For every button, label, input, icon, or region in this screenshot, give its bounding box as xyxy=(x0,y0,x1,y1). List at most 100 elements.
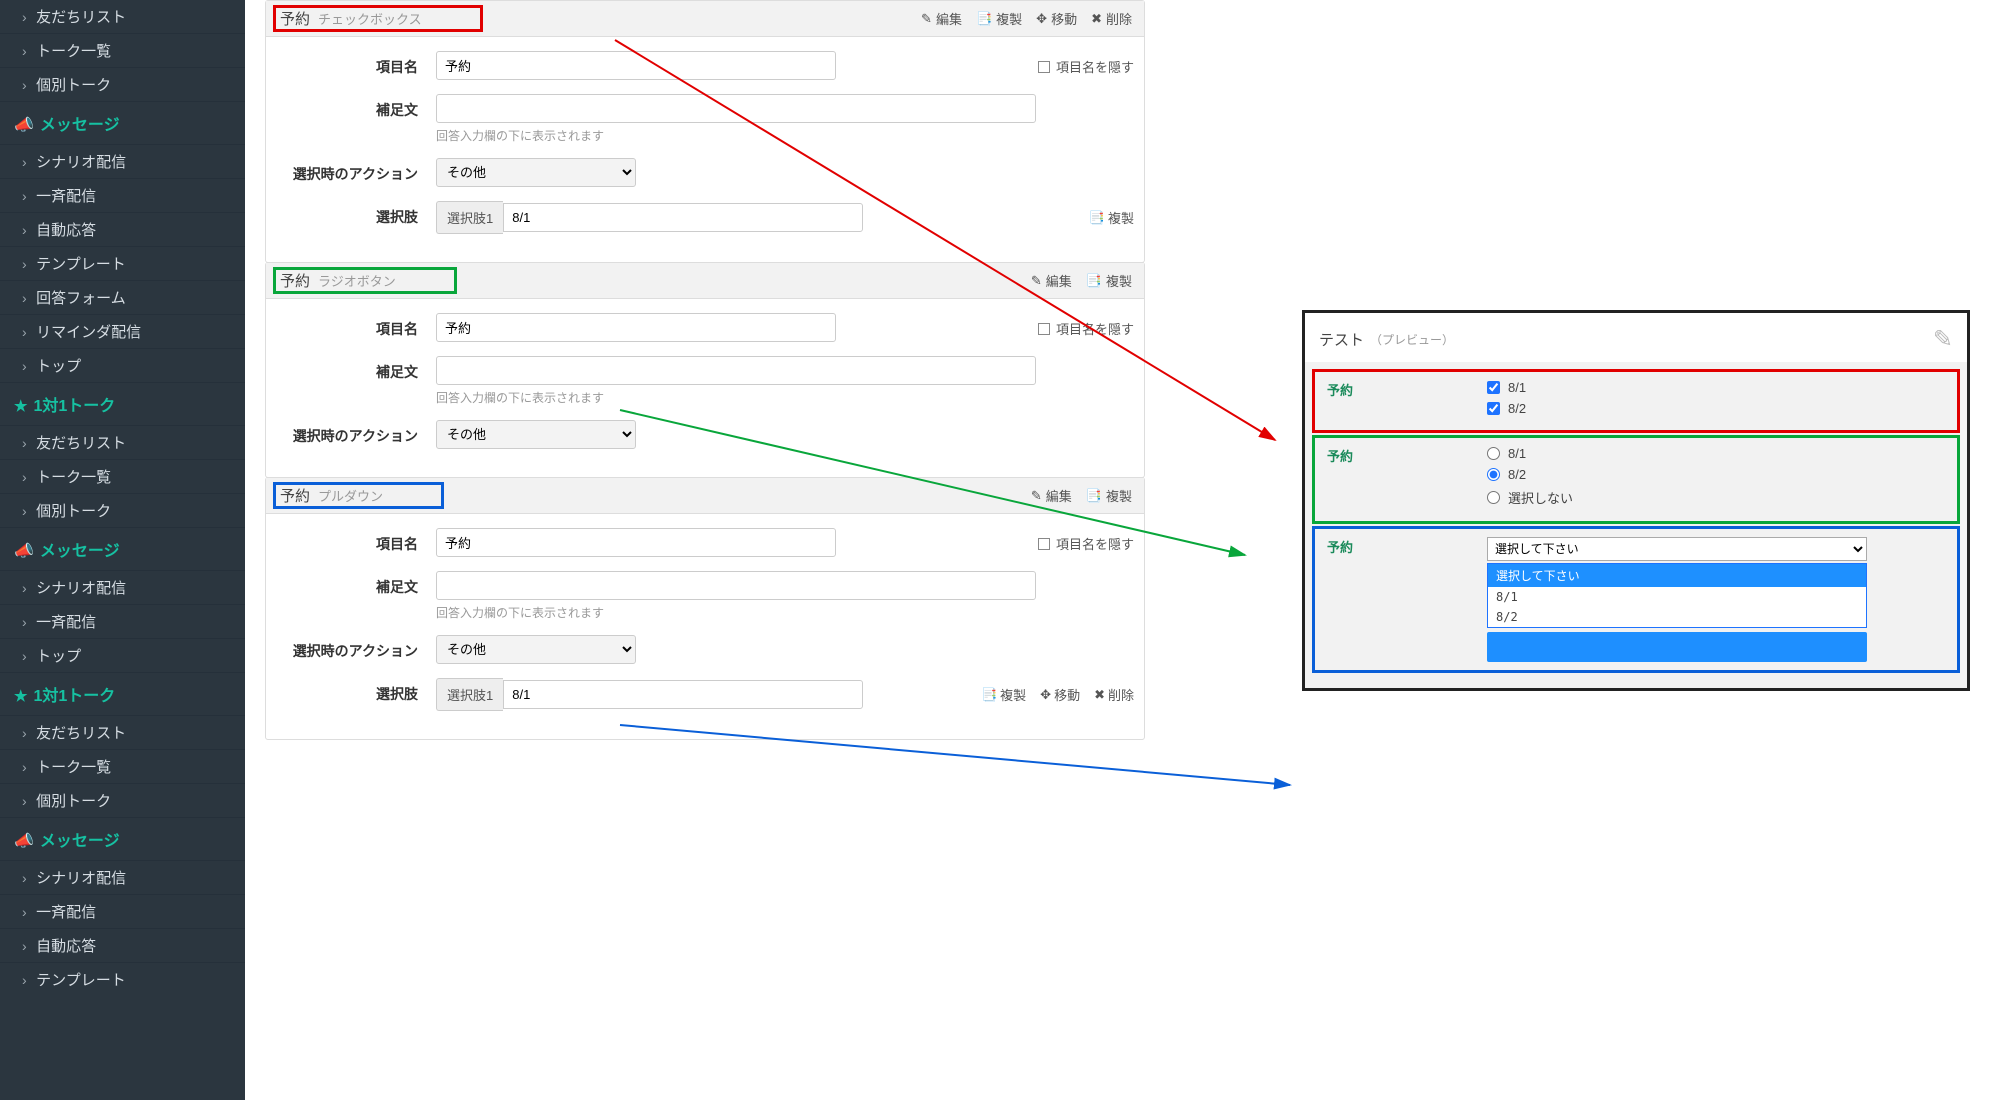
preview-checkbox[interactable] xyxy=(1487,381,1500,394)
preview-option-label: 8/2 xyxy=(1508,467,1526,482)
pencil-icon[interactable]: ✎ xyxy=(1933,325,1953,354)
sidebar-item[interactable]: › トーク一覧 xyxy=(0,33,245,67)
preview-radio[interactable] xyxy=(1487,468,1500,481)
chevron-right-icon: › xyxy=(22,290,32,306)
panel-title: 予約 xyxy=(280,8,310,29)
panel-header: 予約 ラジオボタン ✎編集 📑複製 xyxy=(266,263,1144,299)
chevron-right-icon: › xyxy=(22,759,32,775)
edit-button[interactable]: ✎編集 xyxy=(1031,486,1072,505)
sidebar-section-message[interactable]: 📣メッセージ xyxy=(0,817,245,860)
pencil-icon: ✎ xyxy=(1031,488,1042,504)
sidebar-item[interactable]: › 自動応答 xyxy=(0,928,245,962)
supplement-input[interactable] xyxy=(436,571,1036,600)
sidebar-item[interactable]: › リマインダ配信 xyxy=(0,314,245,348)
sidebar-item[interactable]: › 一斉配信 xyxy=(0,604,245,638)
edit-button[interactable]: ✎編集 xyxy=(1031,271,1072,290)
sidebar-section-message[interactable]: 📣メッセージ xyxy=(0,101,245,144)
sidebar-item[interactable]: › シナリオ配信 xyxy=(0,860,245,894)
preview-submit-button[interactable] xyxy=(1487,632,1867,662)
sidebar-item[interactable]: › 一斉配信 xyxy=(0,178,245,212)
chevron-right-icon: › xyxy=(22,9,32,25)
choice-tag: 選択肢1 xyxy=(436,201,503,234)
choice-duplicate-button[interactable]: 📑複製 xyxy=(981,685,1026,704)
sidebar-item[interactable]: › 個別トーク xyxy=(0,493,245,527)
sidebar-item[interactable]: › テンプレート xyxy=(0,962,245,996)
choice-input[interactable] xyxy=(503,203,863,232)
preview-dropdown-option[interactable]: 8/1 xyxy=(1488,587,1866,607)
preview-field-label: 予約 xyxy=(1327,537,1487,628)
sidebar-item[interactable]: › シナリオ配信 xyxy=(0,570,245,604)
sidebar-item[interactable]: › 友だちリスト xyxy=(0,425,245,459)
on-select-dropdown[interactable]: その他 xyxy=(436,158,636,187)
choice-duplicate-button[interactable]: 📑複製 xyxy=(1089,208,1134,227)
preview-pulldown-section: 予約 選択して下さい 選択して下さい 8/1 8/2 xyxy=(1315,529,1957,670)
sidebar-item[interactable]: › トーク一覧 xyxy=(0,459,245,493)
supplement-input[interactable] xyxy=(436,356,1036,385)
chevron-right-icon: › xyxy=(22,793,32,809)
chevron-right-icon: › xyxy=(22,256,32,272)
choice-tag: 選択肢1 xyxy=(436,678,503,711)
label-choices: 選択肢 xyxy=(276,678,436,704)
preview-field-label: 予約 xyxy=(1327,380,1487,422)
item-name-input[interactable] xyxy=(436,528,836,557)
sidebar-item[interactable]: › シナリオ配信 xyxy=(0,144,245,178)
item-name-input[interactable] xyxy=(436,51,836,80)
preview-panel: テスト （プレビュー） ✎ 予約 8/1 8/2 予約 8/1 8/2 選択しな… xyxy=(1302,310,1970,691)
copy-icon: 📑 xyxy=(1086,273,1102,289)
sidebar-section-1on1[interactable]: ★1対1トーク xyxy=(0,382,245,425)
item-name-input[interactable] xyxy=(436,313,836,342)
sidebar-section-message[interactable]: 📣メッセージ xyxy=(0,527,245,570)
preview-option-label: 8/1 xyxy=(1508,446,1526,461)
panel-subtitle: プルダウン xyxy=(318,486,383,505)
preview-dropdown-option[interactable]: 選択して下さい xyxy=(1488,564,1866,587)
sidebar-item[interactable]: › 一斉配信 xyxy=(0,894,245,928)
panel-actions: ✎編集 📑複製 xyxy=(1031,486,1132,505)
duplicate-button[interactable]: 📑複製 xyxy=(1086,271,1132,290)
sidebar-item[interactable]: › 個別トーク xyxy=(0,783,245,817)
chevron-right-icon: › xyxy=(22,904,32,920)
move-button[interactable]: ✥移動 xyxy=(1036,9,1077,28)
chevron-right-icon: › xyxy=(22,725,32,741)
preview-radio[interactable] xyxy=(1487,447,1500,460)
sidebar-item[interactable]: › テンプレート xyxy=(0,246,245,280)
hide-item-name[interactable]: 項目名を隠す xyxy=(1038,51,1134,76)
sidebar-item[interactable]: › 友だちリスト xyxy=(0,0,245,33)
sidebar-section-1on1[interactable]: ★1対1トーク xyxy=(0,672,245,715)
checkbox-icon xyxy=(1038,538,1050,550)
sidebar-item[interactable]: › トップ xyxy=(0,348,245,382)
chevron-right-icon: › xyxy=(22,503,32,519)
preview-radio[interactable] xyxy=(1487,491,1500,504)
chevron-right-icon: › xyxy=(22,580,32,596)
panel-body: 項目名 項目名を隠す 補足文 回答入力欄の下に表示されます 選択時のアクション … xyxy=(266,514,1144,739)
preview-dropdown-option[interactable]: 8/2 xyxy=(1488,607,1866,627)
supplement-hint: 回答入力欄の下に表示されます xyxy=(436,127,1134,144)
label-item-name: 項目名 xyxy=(276,313,436,339)
preview-select[interactable]: 選択して下さい xyxy=(1487,537,1867,561)
edit-button[interactable]: ✎編集 xyxy=(921,9,962,28)
label-supplement: 補足文 xyxy=(276,356,436,382)
supplement-input[interactable] xyxy=(436,94,1036,123)
preview-checkbox[interactable] xyxy=(1487,402,1500,415)
panel-actions: ✎編集 📑複製 xyxy=(1031,271,1132,290)
duplicate-button[interactable]: 📑複製 xyxy=(976,9,1022,28)
on-select-dropdown[interactable]: その他 xyxy=(436,635,636,664)
sidebar-item[interactable]: › 回答フォーム xyxy=(0,280,245,314)
panel-title: 予約 xyxy=(280,485,310,506)
choice-input[interactable] xyxy=(503,680,863,709)
delete-button[interactable]: ✖削除 xyxy=(1091,9,1132,28)
choice-delete-button[interactable]: ✖削除 xyxy=(1094,685,1134,704)
choice-move-button[interactable]: ✥移動 xyxy=(1040,685,1080,704)
sidebar-item[interactable]: › 友だちリスト xyxy=(0,715,245,749)
preview-option-label: 8/1 xyxy=(1508,380,1526,395)
sidebar-item[interactable]: › トーク一覧 xyxy=(0,749,245,783)
duplicate-button[interactable]: 📑複製 xyxy=(1086,486,1132,505)
sidebar-item[interactable]: › 自動応答 xyxy=(0,212,245,246)
sidebar-list: › 友だちリスト › トーク一覧 › 個別トーク 📣メッセージ › シナリオ配信… xyxy=(0,0,245,996)
hide-item-name[interactable]: 項目名を隠す xyxy=(1038,528,1134,553)
on-select-dropdown[interactable]: その他 xyxy=(436,420,636,449)
panel-subtitle: ラジオボタン xyxy=(318,271,396,290)
sidebar-item[interactable]: › 個別トーク xyxy=(0,67,245,101)
hide-item-name[interactable]: 項目名を隠す xyxy=(1038,313,1134,338)
megaphone-icon: 📣 xyxy=(14,117,34,134)
sidebar-item[interactable]: › トップ xyxy=(0,638,245,672)
